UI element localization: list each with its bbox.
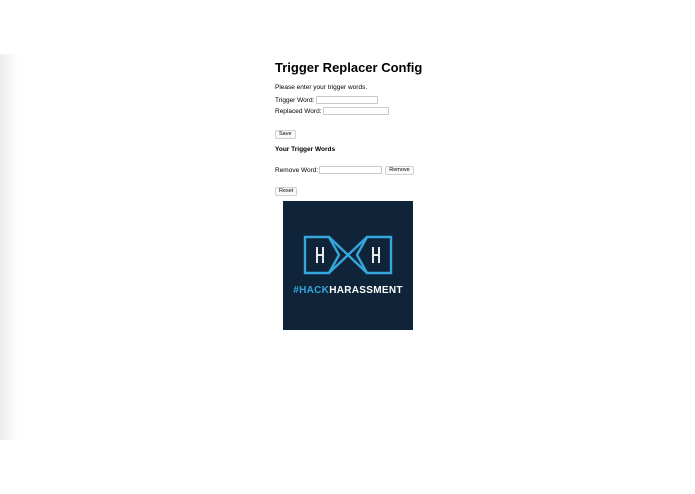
replaced-word-row: Replaced Word: <box>275 106 425 116</box>
config-panel: Trigger Replacer Config Please enter you… <box>275 60 425 197</box>
save-row: Save <box>275 122 425 140</box>
window-edge-shadow <box>0 54 18 440</box>
trigger-words-heading: Your Trigger Words <box>275 146 336 153</box>
logo-text: #HACKHARASSMENT <box>293 285 403 296</box>
reset-row: Reset <box>275 179 425 197</box>
remove-word-row: Remove Word: Remove <box>275 165 425 175</box>
logo-emblem-icon: #HACKHARASSMENT <box>293 235 403 296</box>
trigger-word-label: Trigger Word: <box>275 96 315 104</box>
remove-word-input[interactable] <box>319 166 383 174</box>
word-form: Trigger Word: Replaced Word: <box>275 95 425 116</box>
hackharassment-logo: #HACKHARASSMENT <box>283 201 413 330</box>
trigger-word-row: Trigger Word: <box>275 95 425 105</box>
instructions-text: Please enter your trigger words. <box>275 84 368 91</box>
replaced-word-input[interactable] <box>322 107 389 115</box>
page-title: Trigger Replacer Config <box>275 60 423 75</box>
save-button[interactable]: Save <box>275 130 296 139</box>
replaced-word-label: Replaced Word: <box>275 107 322 115</box>
remove-button[interactable]: Remove <box>385 165 414 175</box>
reset-button[interactable]: Reset <box>275 187 298 196</box>
remove-word-label: Remove Word: <box>275 166 319 174</box>
trigger-word-input[interactable] <box>316 96 379 104</box>
